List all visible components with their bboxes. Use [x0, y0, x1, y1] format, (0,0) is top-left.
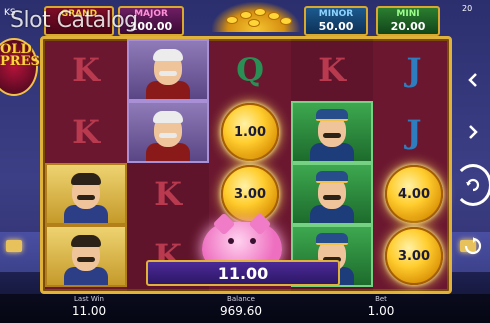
- coin-value: 1.00: [233, 124, 267, 140]
- spin-button[interactable]: [454, 164, 490, 206]
- chevron-left-icon: [468, 73, 477, 87]
- symbol-k: K: [72, 113, 100, 151]
- symbol-j: J: [406, 51, 422, 89]
- coin-symbol: 1.00: [209, 101, 291, 163]
- balance-value: 969.60: [220, 304, 262, 318]
- top-right-text: 20: [462, 4, 473, 13]
- coin-icon: 4.00: [385, 165, 443, 223]
- character-oldman-icon: [127, 39, 209, 101]
- coin-value: 3.00: [233, 186, 267, 202]
- symbol-k: K: [318, 51, 346, 89]
- watermark: Slot Catalog: [10, 8, 138, 33]
- reel-1: KK: [45, 39, 127, 291]
- coin-value: 3.00: [397, 248, 431, 264]
- jackpot-minor-label: MINOR: [318, 9, 354, 19]
- balance-stat: Balance 969.60: [206, 294, 276, 319]
- lit-window: [6, 240, 22, 252]
- coin-icon: 1.00: [221, 103, 279, 161]
- game-scene: KS OLD PRESS GRAND MAJOR 100.00 MINOR 50…: [0, 0, 490, 323]
- character-conductor-icon: [45, 163, 127, 225]
- reel-4: K: [291, 39, 373, 291]
- bottom-bar: Last Win 11.00 Balance 969.60 Bet 1.00: [0, 294, 490, 323]
- autoplay-icon: [464, 237, 482, 255]
- last-win-label: Last Win: [74, 295, 104, 303]
- coin-icon: 3.00: [221, 165, 279, 223]
- character-conductor-icon: [45, 225, 127, 287]
- back-button[interactable]: [459, 66, 487, 94]
- balance-label: Balance: [227, 295, 255, 303]
- symbol-q: Q: [236, 51, 264, 89]
- jackpot-minor-value: 50.00: [318, 20, 354, 33]
- autoplay-button[interactable]: [459, 232, 487, 260]
- coin-symbol: 3.00: [373, 225, 455, 287]
- jackpot-minor: MINOR 50.00: [304, 6, 368, 36]
- reel-2: KK: [127, 39, 209, 291]
- spin-icon: [466, 178, 480, 192]
- jackpot-mini: MINI 20.00: [376, 6, 440, 36]
- forward-button[interactable]: [459, 118, 487, 146]
- symbol-j: J: [406, 113, 422, 151]
- jackpot-mini-value: 20.00: [390, 20, 426, 33]
- symbol-k: K: [154, 175, 182, 213]
- reel-5: J J 4.00 3.00: [373, 39, 455, 291]
- bet-value: 1.00: [367, 304, 395, 318]
- coin-pile-icon: [212, 2, 300, 32]
- last-win-value: 11.00: [71, 304, 107, 318]
- bet-stat[interactable]: Bet 1.00: [346, 294, 416, 319]
- jackpot-mini-label: MINI: [396, 9, 420, 19]
- symbol-k: K: [72, 51, 100, 89]
- coin-icon: 3.00: [385, 227, 443, 285]
- chevron-right-icon: [469, 125, 478, 139]
- coin-value: 4.00: [397, 186, 431, 202]
- last-win-stat: Last Win 11.00: [54, 294, 124, 319]
- character-bellboy-icon: [291, 163, 373, 225]
- total-win-value: 11.00: [217, 263, 269, 283]
- bet-label: Bet: [375, 295, 387, 303]
- character-bellboy-icon: [291, 101, 373, 163]
- coin-symbol: 4.00: [373, 163, 455, 225]
- character-oldman-icon: [127, 101, 209, 163]
- total-win-display: 11.00: [146, 260, 340, 286]
